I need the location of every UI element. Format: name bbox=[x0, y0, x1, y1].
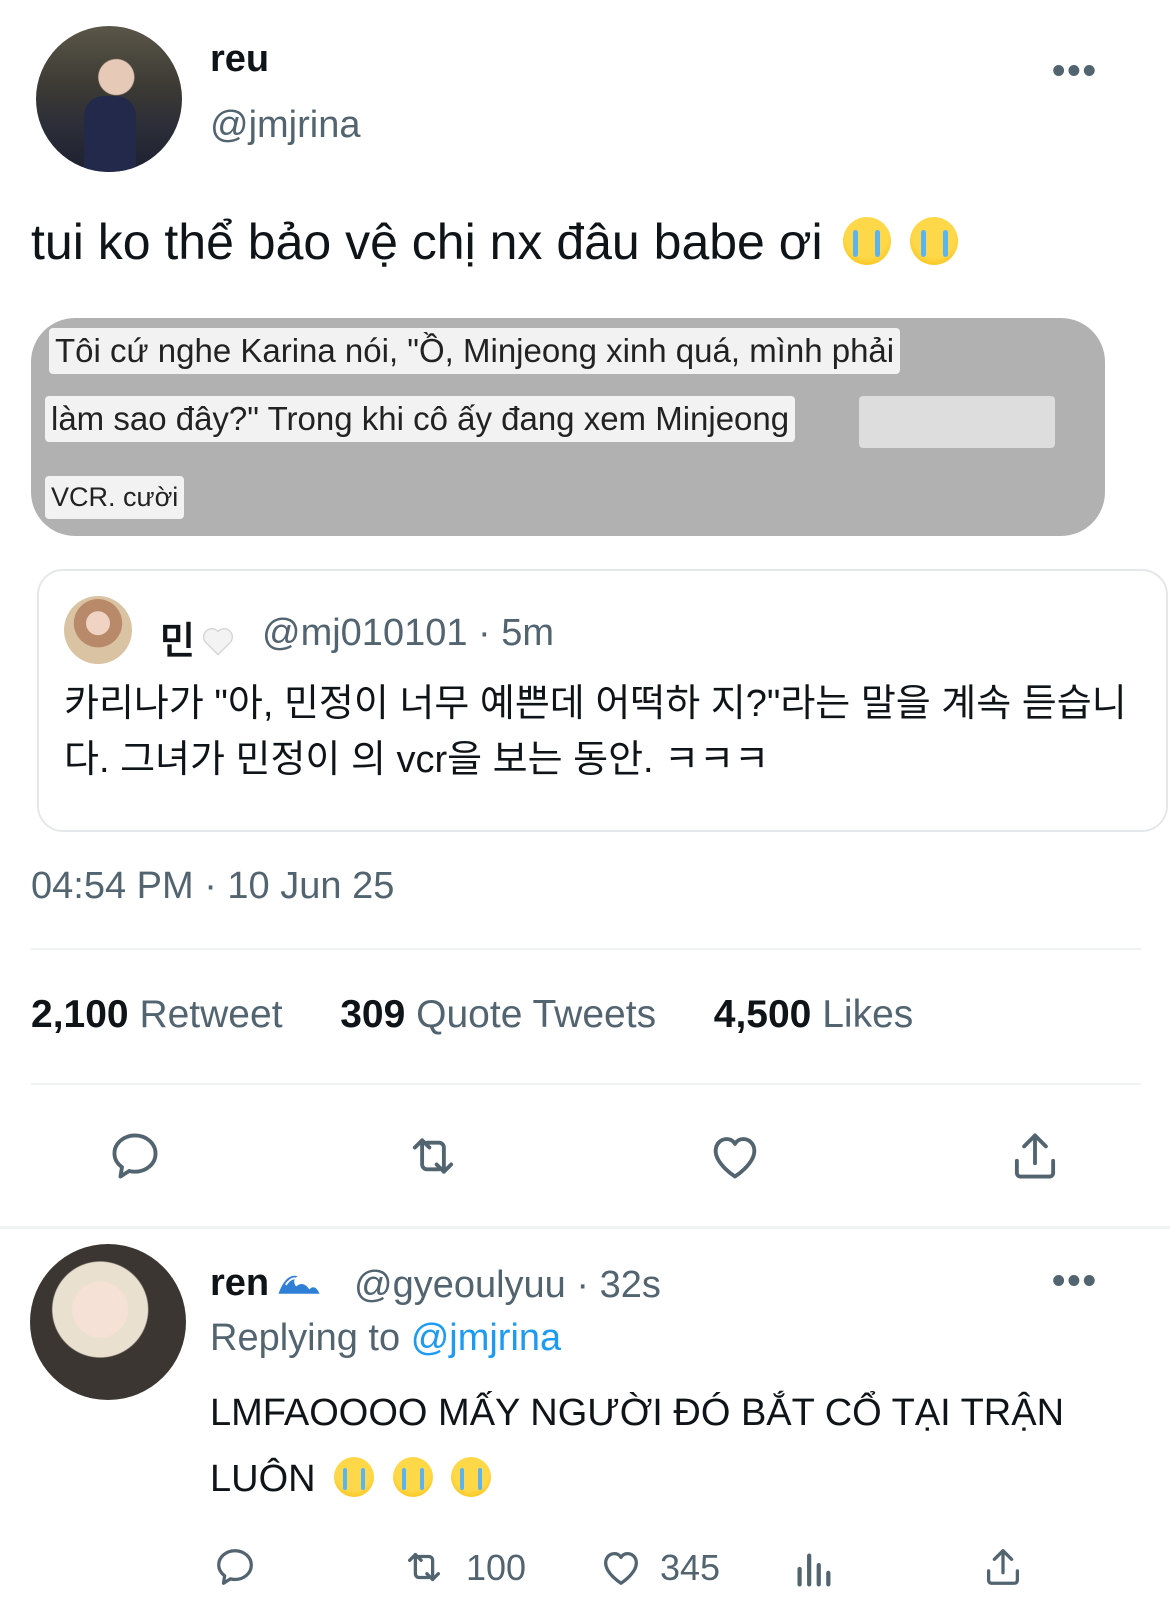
caption-line-3: VCR. cười bbox=[45, 476, 185, 519]
reply-author-avatar[interactable] bbox=[30, 1244, 186, 1400]
replying-to: Replying to @jmjrina bbox=[210, 1317, 561, 1360]
likes-stat[interactable]: 4,500 Likes bbox=[714, 993, 914, 1036]
author-handle[interactable]: @jmjrina bbox=[210, 104, 360, 147]
caption-line-2: làm sao đây?" Trong khi cô ấy đang xem M… bbox=[45, 396, 796, 442]
reply-like-count: 345 bbox=[660, 1547, 721, 1588]
replying-to-link[interactable]: @jmjrina bbox=[411, 1317, 561, 1359]
reply-share-icon[interactable] bbox=[980, 1544, 1026, 1590]
quote-tweets-stat[interactable]: 309 Quote Tweets bbox=[340, 993, 656, 1036]
loudly-crying-face-icon bbox=[910, 217, 959, 265]
reply-handle-time: @gyeoulyuu · 32s bbox=[354, 1264, 661, 1306]
reply-retweet-icon[interactable] bbox=[401, 1544, 447, 1590]
quote-tweets-count: 309 bbox=[340, 993, 406, 1036]
retweet-count: 2,100 bbox=[31, 993, 129, 1036]
likes-stat-label: Likes bbox=[822, 993, 914, 1036]
retweet-stat-label: Retweet bbox=[139, 993, 283, 1036]
author-name[interactable]: reu bbox=[210, 38, 269, 81]
retweet-icon[interactable] bbox=[404, 1127, 462, 1185]
caption-highlight-block bbox=[859, 396, 1055, 448]
reply-icon[interactable] bbox=[106, 1127, 164, 1185]
author-avatar[interactable] bbox=[36, 26, 182, 172]
loudly-crying-face-icon bbox=[334, 1457, 375, 1497]
loudly-crying-face-icon bbox=[392, 1457, 433, 1497]
loudly-crying-face-icon bbox=[451, 1457, 492, 1497]
reply-reply-icon[interactable] bbox=[212, 1544, 258, 1590]
tweet-timestamp[interactable]: 04:54 PM · 10 Jun 25 bbox=[31, 865, 394, 908]
caption-line-1: Tôi cứ nghe Karina nói, "Ồ, Minjeong xin… bbox=[49, 328, 901, 374]
reply-author-name-text: ren bbox=[210, 1262, 270, 1304]
reply-author-name[interactable]: ren bbox=[210, 1262, 321, 1305]
like-icon[interactable] bbox=[706, 1127, 764, 1185]
quote-avatar[interactable] bbox=[64, 596, 132, 664]
more-options-icon[interactable]: ••• bbox=[1052, 50, 1098, 93]
quote-author-name-text: 민 bbox=[160, 621, 195, 663]
reply-more-options-icon[interactable]: ••• bbox=[1052, 1260, 1098, 1303]
tweet-text-content: tui ko thể bảo vệ chị nx đâu babe ơi bbox=[31, 214, 823, 270]
reply-like-icon[interactable] bbox=[598, 1544, 644, 1590]
caption-image[interactable]: Tôi cứ nghe Karina nói, "Ồ, Minjeong xin… bbox=[31, 318, 1105, 536]
tweet-text: tui ko thể bảo vệ chị nx đâu babe ơi bbox=[31, 212, 959, 272]
white-heart-icon bbox=[203, 628, 233, 656]
quote-text: 카리나가 "아, 민정이 너무 예쁜데 어떡하 지?"라는 말을 계속 듣습니다… bbox=[64, 683, 1127, 781]
divider bbox=[31, 1083, 1141, 1085]
quote-tweets-stat-label: Quote Tweets bbox=[416, 993, 657, 1036]
replying-to-prefix: Replying to bbox=[210, 1317, 401, 1359]
loudly-crying-face-icon bbox=[842, 217, 891, 265]
quote-handle-time: @mj010101 · 5m bbox=[262, 612, 555, 654]
divider bbox=[0, 1226, 1170, 1229]
likes-count: 4,500 bbox=[713, 993, 812, 1036]
reply-retweet-count: 100 bbox=[466, 1547, 527, 1588]
water-wave-icon bbox=[278, 1275, 320, 1294]
divider bbox=[31, 948, 1141, 950]
quote-author-name[interactable]: 민 bbox=[160, 610, 235, 665]
retweet-stat[interactable]: 2,100 Retweet bbox=[31, 993, 283, 1036]
tweet-stats: 2,100 Retweet 309 Quote Tweets 4,500 Lik… bbox=[31, 993, 913, 1037]
reply-text: LMFAOOOO MẤY NGƯỜI ĐÓ BẮT CỔ TẠI TRẬN LU… bbox=[210, 1380, 1110, 1512]
analytics-icon[interactable] bbox=[790, 1546, 836, 1592]
share-icon[interactable] bbox=[1006, 1127, 1064, 1185]
